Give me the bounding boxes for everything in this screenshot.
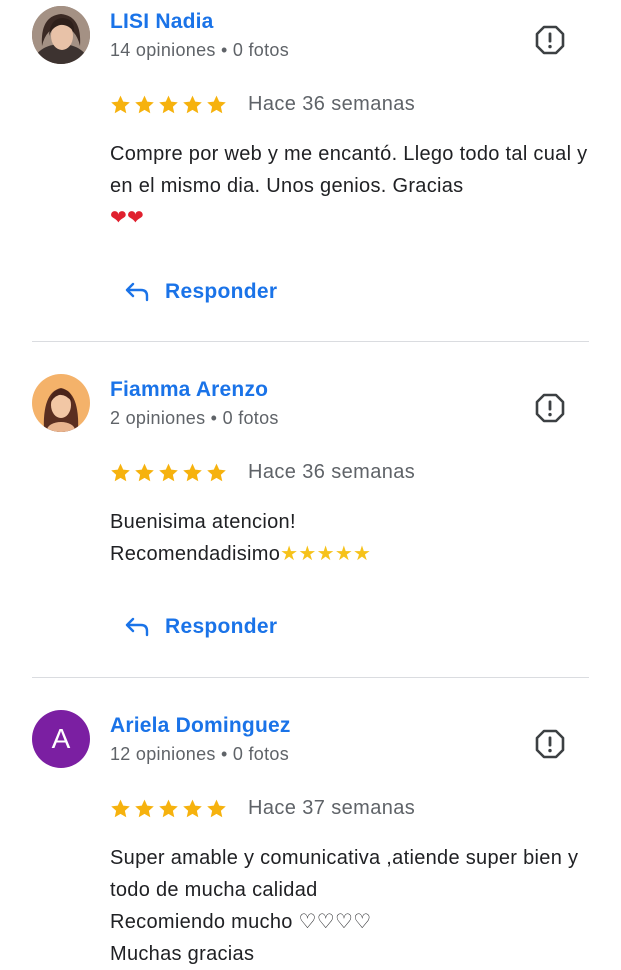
reviewer-name[interactable]: Fiamma Arenzo <box>110 378 268 402</box>
star-rating <box>110 798 227 819</box>
user-photo-icon <box>32 374 90 432</box>
review-card: LISI Nadia 14 opiniones • 0 fotos Hace 3… <box>0 0 621 340</box>
star-rating <box>110 94 227 115</box>
review-text-content: Buenisima atencion! Recomendadisimo <box>110 511 296 565</box>
avatar-letter: A <box>51 723 71 754</box>
star-icon <box>135 95 154 113</box>
review-text: Super amable y comunicativa ,atiende sup… <box>110 847 579 965</box>
reply-button[interactable]: Responder <box>124 277 277 307</box>
reviewer-name[interactable]: LISI Nadia <box>110 10 214 34</box>
reviewer-name[interactable]: Ariela Dominguez <box>110 714 291 738</box>
review-time: Hace 36 semanas <box>248 460 416 483</box>
reviewer-meta: 14 opiniones • 0 fotos <box>110 40 290 60</box>
reply-arrow-icon <box>125 282 149 302</box>
star-icon <box>183 463 202 481</box>
rating-row: Hace 37 semanas <box>110 795 415 821</box>
star-icon <box>111 463 130 481</box>
rating-row: Hace 36 semanas <box>110 91 415 117</box>
star-icon <box>183 799 202 817</box>
review-text: Compre por web y me encantó. Llego todo … <box>110 138 590 234</box>
review-text: Buenisima atencion! Recomendadisimo★★★★★ <box>110 506 590 570</box>
report-flag-icon[interactable] <box>534 24 566 56</box>
star-icon <box>159 799 178 817</box>
star-emoji: ★★★★★ <box>280 543 372 565</box>
reply-arrow-icon <box>125 617 149 637</box>
star-icon <box>207 463 226 481</box>
reply-label: Responder <box>165 615 278 638</box>
reviewer-meta: 12 opiniones • 0 fotos <box>110 744 290 764</box>
review-time: Hace 36 semanas <box>248 92 416 115</box>
star-icon <box>207 799 226 817</box>
star-icon <box>159 95 178 113</box>
reply-label: Responder <box>165 280 278 303</box>
star-rating <box>110 462 227 483</box>
avatar[interactable]: A <box>32 710 90 768</box>
reviewer-meta: 2 opiniones • 0 fotos <box>110 408 279 428</box>
star-icon <box>135 463 154 481</box>
star-icon <box>111 799 130 817</box>
star-icon <box>111 95 130 113</box>
star-icon <box>135 799 154 817</box>
reply-button[interactable]: Responder <box>124 612 277 642</box>
review-text-content: Compre por web y me encantó. Llego todo … <box>110 143 588 197</box>
heart-emoji: ❤❤ <box>110 207 145 229</box>
review-time: Hace 37 semanas <box>248 796 416 819</box>
avatar[interactable] <box>32 374 90 432</box>
star-icon <box>159 463 178 481</box>
report-flag-icon[interactable] <box>534 392 566 424</box>
review-card: Fiamma Arenzo 2 opiniones • 0 fotos Hace… <box>0 342 621 676</box>
review-card: A Ariela Dominguez 12 opiniones • 0 foto… <box>0 678 621 965</box>
report-flag-icon[interactable] <box>534 728 566 760</box>
avatar[interactable] <box>32 6 90 64</box>
rating-row: Hace 36 semanas <box>110 459 415 485</box>
user-photo-icon <box>32 6 90 64</box>
star-icon <box>207 95 226 113</box>
star-icon <box>183 95 202 113</box>
